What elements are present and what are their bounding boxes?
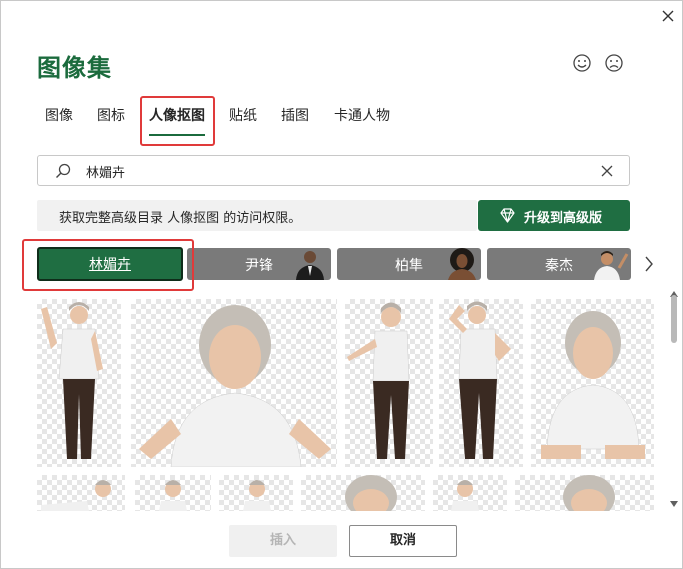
dialog-title: 图像集	[37, 54, 112, 82]
chip-highlight-box	[22, 239, 194, 291]
tab-illustrations[interactable]: 插图	[281, 105, 309, 125]
image-tile[interactable]	[131, 299, 337, 467]
person-chip-4[interactable]: 秦杰	[487, 248, 631, 280]
image-tile[interactable]	[301, 475, 425, 511]
image-tile[interactable]	[219, 475, 293, 511]
feedback-happy-button[interactable]	[572, 53, 592, 73]
person-chip-2[interactable]: 尹锋	[187, 248, 331, 280]
image-tile[interactable]	[439, 299, 523, 467]
image-tile[interactable]	[515, 475, 654, 511]
person-thumbnail	[448, 248, 476, 280]
search-box	[37, 155, 630, 186]
image-tile[interactable]	[37, 475, 125, 511]
premium-banner: 获取完整高级目录 人像抠图 的访问权限。	[37, 200, 477, 231]
scroll-thumb[interactable]	[671, 295, 677, 343]
person-thumbnail	[296, 251, 324, 280]
tab-cartoon-people[interactable]: 卡通人物	[334, 105, 390, 125]
image-tile[interactable]	[135, 475, 211, 511]
image-tile[interactable]	[433, 475, 507, 511]
tab-stickers[interactable]: 贴纸	[229, 105, 257, 125]
scroll-down-icon[interactable]	[670, 501, 678, 507]
upgrade-button[interactable]: 升级到高级版	[478, 200, 630, 231]
close-icon	[662, 10, 674, 22]
tab-highlight-box	[140, 96, 215, 146]
image-tile[interactable]	[345, 299, 433, 467]
tab-images[interactable]: 图像	[45, 105, 73, 125]
image-tile[interactable]	[531, 299, 654, 467]
chevron-right-icon[interactable]	[641, 254, 657, 274]
tab-icons[interactable]: 图标	[97, 105, 125, 125]
close-button[interactable]	[659, 7, 677, 25]
gallery-scrollbar[interactable]	[669, 291, 679, 513]
clear-icon[interactable]	[598, 162, 616, 180]
insert-button[interactable]: 插入	[229, 525, 337, 557]
smile-icon	[573, 54, 591, 72]
diamond-icon	[500, 208, 515, 223]
premium-banner-text: 获取完整高级目录 人像抠图 的访问权限。	[59, 211, 302, 226]
image-collection-dialog: 图像集 图像 图标 人像抠图 贴纸 插图 卡通人物 获	[0, 0, 683, 569]
search-icon	[56, 163, 71, 178]
image-gallery	[37, 299, 654, 511]
cancel-button[interactable]: 取消	[349, 525, 457, 557]
feedback-sad-button[interactable]	[604, 53, 624, 73]
upgrade-button-label: 升级到高级版	[524, 211, 603, 226]
frown-icon	[605, 54, 623, 72]
image-tile[interactable]	[37, 299, 121, 467]
person-thumbnail	[594, 251, 629, 280]
search-input[interactable]	[86, 160, 586, 182]
person-chip-3[interactable]: 柏隼	[337, 248, 481, 280]
